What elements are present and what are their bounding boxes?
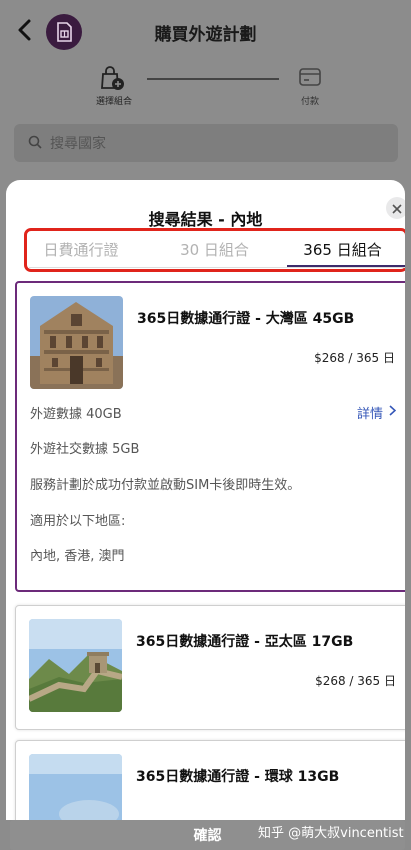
sheet-title: 搜尋結果 - 內地 — [148, 210, 263, 229]
watermark: 知乎 @萌大叔vincentist — [258, 826, 404, 841]
info-regions-title: 適用於以下地區: — [30, 514, 126, 529]
plan-card-greater-bay[interactable]: 365日數據通行證 - 大灣區 45GB $268 / 365 日 詳情 外遊數… — [15, 281, 405, 592]
plan-tabs: 日費通行證 30 日組合 365 日組合 — [24, 228, 405, 272]
bag-add-icon — [98, 66, 126, 92]
search-results-sheet: 搜尋結果 - 內地 日費通行證 30 日組合 365 日組合 365日數據通行證… — [6, 180, 405, 820]
chevron-right-icon — [389, 405, 397, 420]
close-icon — [392, 199, 402, 218]
search-icon — [28, 134, 42, 153]
plan-name: 365日數據通行證 - 大灣區 45GB — [137, 311, 355, 327]
plan-card-global[interactable]: 365日數據通行證 - 環球 13GB — [15, 740, 405, 820]
plan-image-ruins — [30, 296, 123, 389]
card-icon — [298, 66, 322, 88]
step-connector — [147, 78, 279, 80]
step-label-select: 選擇組合 — [95, 97, 132, 107]
info-regions: 內地, 香港, 澳門 — [30, 549, 125, 564]
plan-image-global — [29, 754, 122, 820]
info-data: 外遊數據 40GB — [30, 407, 122, 422]
progress-stepper: 選擇組合 付款 — [0, 62, 411, 117]
tab-30-day[interactable]: 30 日組合 — [177, 239, 252, 260]
top-bar: 購買外遊計劃 — [0, 0, 411, 62]
plan-card-asia-pacific[interactable]: 365日數據通行證 - 亞太區 17GB $268 / 365 日 — [15, 605, 405, 730]
step-label-payment: 付款 — [300, 97, 319, 107]
tab-daily-pass[interactable]: 日費通行證 — [41, 239, 121, 260]
details-link[interactable]: 詳情 — [356, 403, 397, 422]
plan-image-great-wall — [29, 619, 122, 712]
tab-divider — [29, 267, 405, 268]
page-title: 購買外遊計劃 — [154, 25, 257, 45]
tab-365-day[interactable]: 365 日組合 — [295, 239, 390, 260]
plan-price: $268 / 365 日 — [314, 351, 395, 365]
plan-name: 365日數據通行證 - 亞太區 17GB — [136, 634, 354, 650]
info-activation: 服務計劃於成功付款並啟動SIM卡後即時生效。 — [30, 478, 301, 493]
plan-price: $268 / 365 日 — [315, 674, 396, 688]
plan-name: 365日數據通行證 - 環球 13GB — [136, 769, 340, 785]
details-label: 詳情 — [356, 407, 383, 422]
close-button[interactable] — [386, 197, 405, 219]
tab-active-indicator — [287, 265, 405, 267]
search-placeholder: 搜尋國家 — [50, 136, 106, 152]
info-social: 外遊社交數據 5GB — [30, 442, 140, 457]
search-input[interactable]: 搜尋國家 — [14, 124, 398, 162]
